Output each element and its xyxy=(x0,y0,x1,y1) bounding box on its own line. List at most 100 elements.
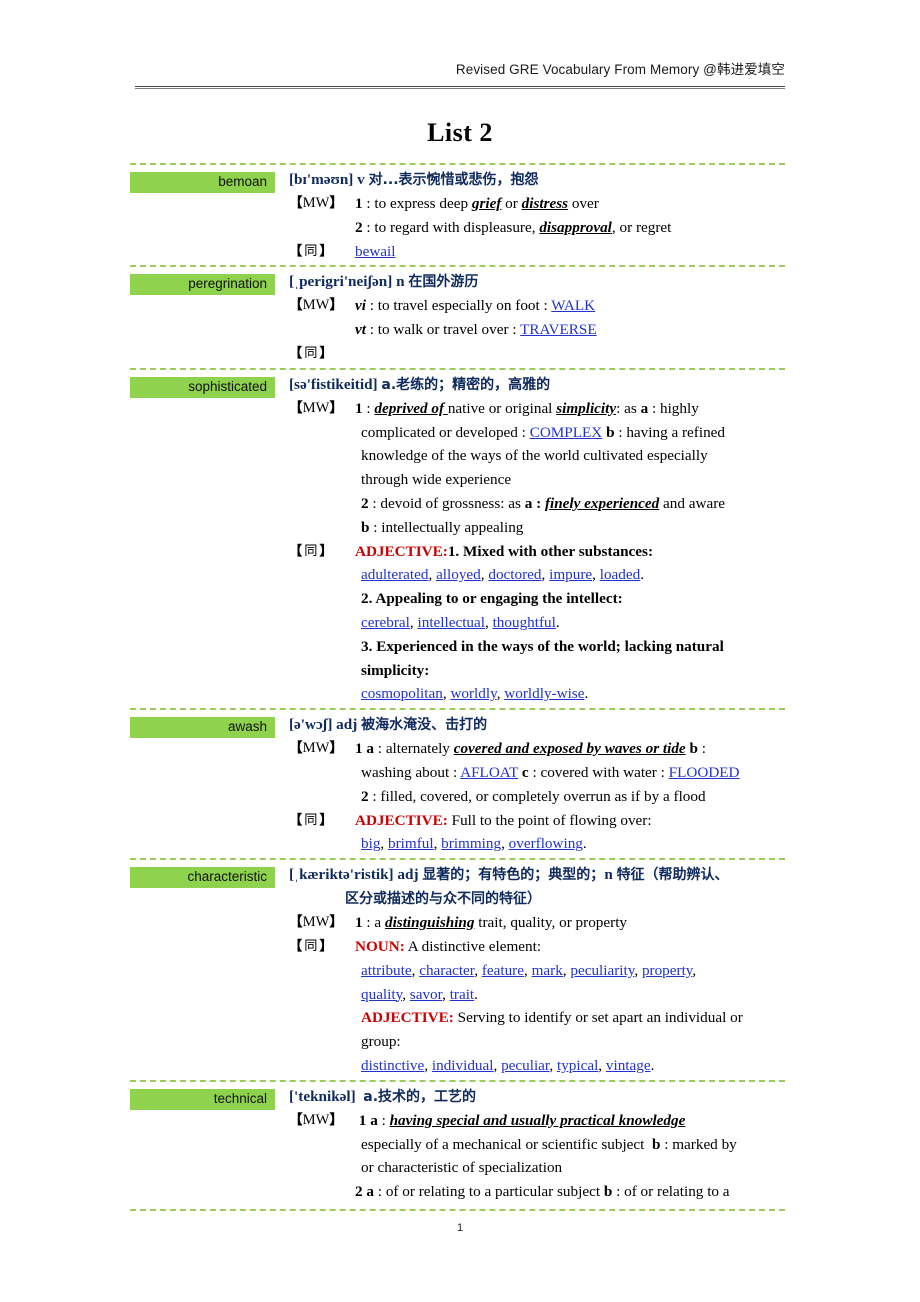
synonym-link[interactable]: impure xyxy=(549,566,592,583)
synonym-link[interactable]: brimming xyxy=(441,835,501,852)
sense-sep: : xyxy=(362,195,375,212)
synonym-link[interactable]: overflowing xyxy=(509,835,583,852)
vocabulary-entries: bemoan [bɪ'məʊn] v 对...表示惋惜或悲伤，抱怨 【MW】 1… xyxy=(130,163,785,1211)
mw-label: MW xyxy=(302,1111,330,1128)
synonym-link[interactable]: brimful xyxy=(388,835,434,852)
synonym-link[interactable]: mark xyxy=(532,962,563,979)
word-chip-characteristic[interactable]: characteristic xyxy=(130,867,275,889)
syn-body: NOUN: A distinctive element: xyxy=(355,935,785,959)
syn-body: ADJECTIVE:1. Mixed with other substances… xyxy=(355,540,785,564)
part-of-speech: a. xyxy=(363,1088,379,1105)
cross-ref-walk[interactable]: WALK xyxy=(551,297,595,314)
headword-line: [ˌkæriktə'ristik] adj 显著的；有特色的；典型的；n 特征（… xyxy=(289,863,785,887)
emphasis-deprived-of: deprived of xyxy=(374,399,448,417)
header-rule xyxy=(135,86,785,89)
syn-adjective-heading: ADJECTIVE: Serving to identify or set ap… xyxy=(289,1006,785,1054)
mw-sense-1: 1 : to express deep grief or distress ov… xyxy=(355,192,785,216)
synonym-link[interactable]: quality xyxy=(361,986,402,1003)
part-of-speech-chinese: a.老练的；精密的，高雅的 xyxy=(381,377,550,393)
cross-ref-complex[interactable]: COMPLEX xyxy=(530,424,603,441)
word-chip-awash[interactable]: awash xyxy=(130,717,275,739)
emphasis-simplicity: simplicity xyxy=(556,399,617,417)
part-of-speech-2: n xyxy=(604,866,613,884)
headword-line: [ə'wɔʃ] adj 被海水淹没、击打的 xyxy=(289,713,785,737)
bracket-open: 【 xyxy=(289,399,303,416)
sense-text: complicated or developed : xyxy=(361,423,530,441)
mw-sense-1-line2: washing about : AFLOAT c : covered with … xyxy=(289,761,785,785)
bracket-close: 】 xyxy=(319,812,335,828)
word-chip-sophisticated[interactable]: sophisticated xyxy=(130,376,275,398)
mw-label: MW xyxy=(302,914,330,931)
synonym-link[interactable]: worldly xyxy=(450,685,496,702)
sense-text-post: : of or relating to a xyxy=(612,1183,730,1201)
synonym-link[interactable]: cosmopolitan xyxy=(361,685,443,702)
sense-number: 2 xyxy=(361,494,369,512)
word-label-cell: peregrination xyxy=(130,270,275,296)
sense-text-pre: to express deep xyxy=(374,195,472,212)
sense-number: vi xyxy=(355,297,366,315)
synonym-link[interactable]: doctored xyxy=(488,566,541,583)
word-chip-technical[interactable]: technical xyxy=(130,1088,275,1110)
synonym-link[interactable]: vintage xyxy=(606,1057,651,1074)
part-of-speech: adj xyxy=(397,866,419,884)
sense-text: : intellectually appealing xyxy=(369,518,524,536)
sense-text-pre: to regard with displeasure, xyxy=(374,218,540,236)
mw-sense-2: 2 a : of or relating to a particular sub… xyxy=(289,1180,785,1204)
mw-sense-1: 1 : deprived of native or original simpl… xyxy=(355,397,785,421)
synonym-link[interactable]: thoughtful xyxy=(493,614,556,631)
subsense-a: a : xyxy=(524,494,542,512)
sense-number: 1 a xyxy=(355,740,374,758)
synonym-link[interactable]: adulterated xyxy=(361,566,428,583)
synonym-link[interactable]: feature xyxy=(482,962,524,979)
word-label-cell: characteristic xyxy=(130,863,275,889)
syn-sense-label: 3. Experienced in the ways of the world;… xyxy=(361,637,724,679)
cross-ref-traverse[interactable]: TRAVERSE xyxy=(520,321,597,338)
word-label-cell: sophisticated xyxy=(130,373,275,398)
mw-row: 【MW】 1 : a distinguishing trait, quality… xyxy=(289,911,785,935)
sense-text-pre: alternately xyxy=(385,740,454,758)
sense-sep: : xyxy=(368,787,381,805)
synonym-link[interactable]: trait xyxy=(450,986,474,1003)
syn-words-noun-line1: attribute, character, feature, mark, pec… xyxy=(361,961,697,979)
sense-text-a: devoid of grossness: as xyxy=(380,494,525,512)
sense-text: filled, covered, or completely overrun a… xyxy=(380,787,706,805)
cross-ref-afloat[interactable]: AFLOAT xyxy=(460,764,518,781)
synonym-link[interactable]: character xyxy=(419,962,474,979)
synonym-link[interactable]: individual xyxy=(432,1057,494,1074)
synonym-link[interactable]: alloyed xyxy=(436,566,481,583)
sense-text-c: and aware xyxy=(659,494,726,512)
sense-number: 1 xyxy=(355,914,363,932)
synonym-link[interactable]: big xyxy=(361,835,380,852)
synonym-link[interactable]: property xyxy=(642,962,692,979)
synonym-link[interactable]: cerebral xyxy=(361,614,410,631)
chinese-gloss: 显著的；有特色的；典型的； xyxy=(422,867,605,884)
synonym-link[interactable]: peculiarity xyxy=(570,962,634,979)
synonym-link[interactable]: attribute xyxy=(361,962,412,979)
synonym-link[interactable]: savor xyxy=(410,986,442,1003)
mw-sense-2: 2 : to regard with displeasure, disappro… xyxy=(289,216,785,240)
word-chip-peregrination[interactable]: peregrination xyxy=(130,274,275,296)
syn-words-1: big, brimful, brimming, overflowing. xyxy=(361,835,587,853)
synonym-link[interactable]: intellectual xyxy=(418,614,485,631)
emphasis-practical-knowledge: having special and usually practical kno… xyxy=(389,1111,686,1129)
synonym-link[interactable]: peculiar xyxy=(501,1057,549,1074)
subsense-c: c xyxy=(521,763,529,781)
sense-text-d: : covered with water : xyxy=(528,763,669,781)
document-page: Revised GRE Vocabulary From Memory @韩进爱填… xyxy=(0,0,920,1302)
synonym-link[interactable]: distinctive xyxy=(361,1057,424,1074)
syn-pos-heading: ADJECTIVE: xyxy=(355,811,448,829)
cross-ref-flooded[interactable]: FLOODED xyxy=(669,764,740,781)
sense-sep: : xyxy=(373,740,386,758)
mw-tag: 【MW】 xyxy=(289,737,355,761)
sense-text-mid: or xyxy=(501,195,522,212)
synonym-link[interactable]: worldly-wise xyxy=(504,685,584,702)
word-chip-bemoan[interactable]: bemoan xyxy=(130,172,275,193)
emphasis-finely-experienced: finely experienced xyxy=(544,494,660,512)
synonym-link[interactable]: bewail xyxy=(355,243,395,260)
vocab-entry-awash: awash [ə'wɔʃ] adj 被海水淹没、击打的 【MW】 1 a : a… xyxy=(130,708,785,858)
synonym-link[interactable]: loaded xyxy=(600,566,640,583)
sense-text-c: : highly xyxy=(648,399,699,417)
mw-sense-1: 1 a : having special and usually practic… xyxy=(355,1109,785,1133)
syn-tag: 【同】 xyxy=(289,240,355,264)
synonym-link[interactable]: typical xyxy=(557,1057,598,1074)
